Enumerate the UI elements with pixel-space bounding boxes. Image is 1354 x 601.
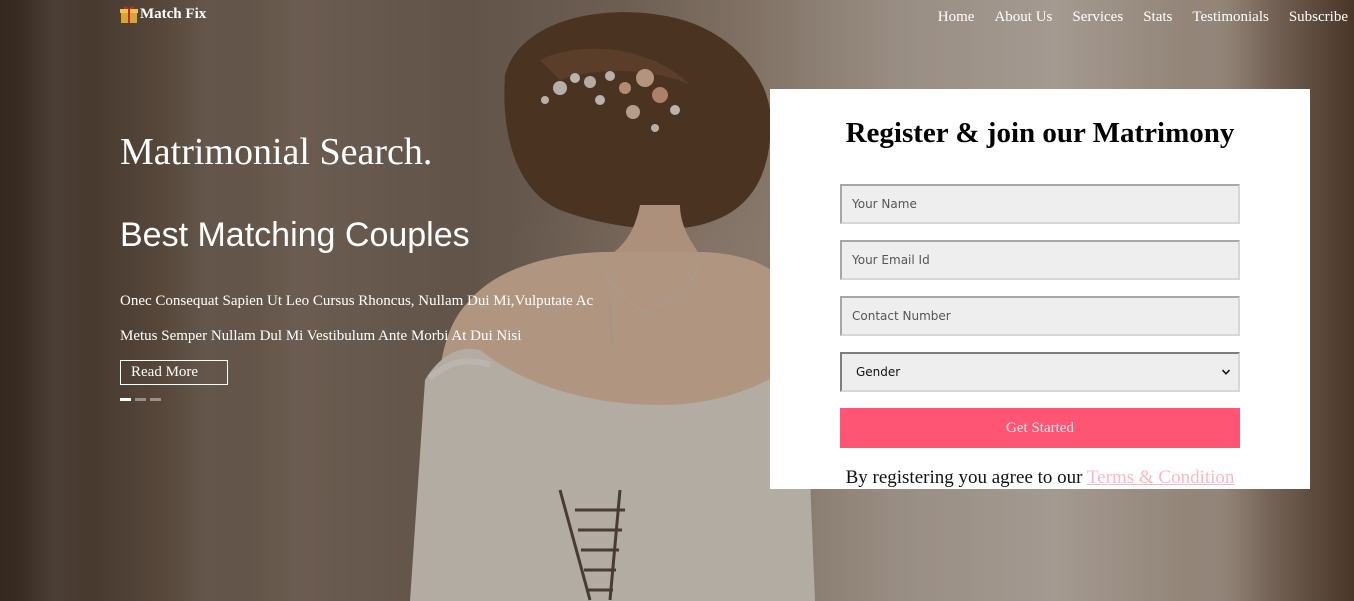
- get-started-button[interactable]: Get Started: [840, 408, 1240, 448]
- gender-select[interactable]: Gender: [840, 352, 1240, 392]
- nav-about-us[interactable]: About Us: [994, 9, 1052, 26]
- name-input[interactable]: [840, 184, 1240, 224]
- nav-services[interactable]: Services: [1072, 9, 1123, 26]
- slider-dot-3[interactable]: [150, 398, 161, 401]
- nav-testimonials[interactable]: Testimonials: [1192, 9, 1268, 26]
- gender-select-value: Gender: [856, 365, 901, 379]
- email-input[interactable]: [840, 240, 1240, 280]
- nav-subscribe[interactable]: Subscribe: [1289, 9, 1348, 26]
- agreement-text: By registering you agree to our Terms & …: [770, 467, 1310, 489]
- brand-name: Match Fix: [140, 5, 207, 22]
- agreement-label: By registering you agree to our: [845, 467, 1083, 488]
- slider-dot-2[interactable]: [135, 398, 146, 401]
- form-title: Register & join our Matrimony: [845, 117, 1235, 149]
- slider-dot-1[interactable]: [120, 398, 131, 401]
- registration-form: Register & join our Matrimony Gender Get…: [770, 89, 1310, 489]
- main-nav: Home About Us Services Stats Testimonial…: [938, 9, 1348, 26]
- nav-stats[interactable]: Stats: [1143, 9, 1172, 26]
- brand-logo[interactable]: Match Fix: [120, 4, 206, 24]
- hero-text-line-2: Metus Semper Nullam Dul Mi Vestibulum An…: [120, 328, 522, 344]
- contact-number-input[interactable]: [840, 296, 1240, 336]
- gift-icon: [120, 6, 138, 23]
- read-more-button[interactable]: Read More: [120, 360, 228, 385]
- slider-indicators: [120, 398, 161, 401]
- chevron-down-icon: [1222, 369, 1230, 375]
- hero-title: Matrimonial Search.: [120, 131, 433, 173]
- terms-link[interactable]: Terms & Condition: [1087, 467, 1235, 488]
- hero-text-line-1: Onec Consequat Sapien Ut Leo Cursus Rhon…: [120, 293, 594, 309]
- hero-subtitle: Best Matching Couples: [120, 216, 470, 254]
- nav-home[interactable]: Home: [938, 9, 975, 26]
